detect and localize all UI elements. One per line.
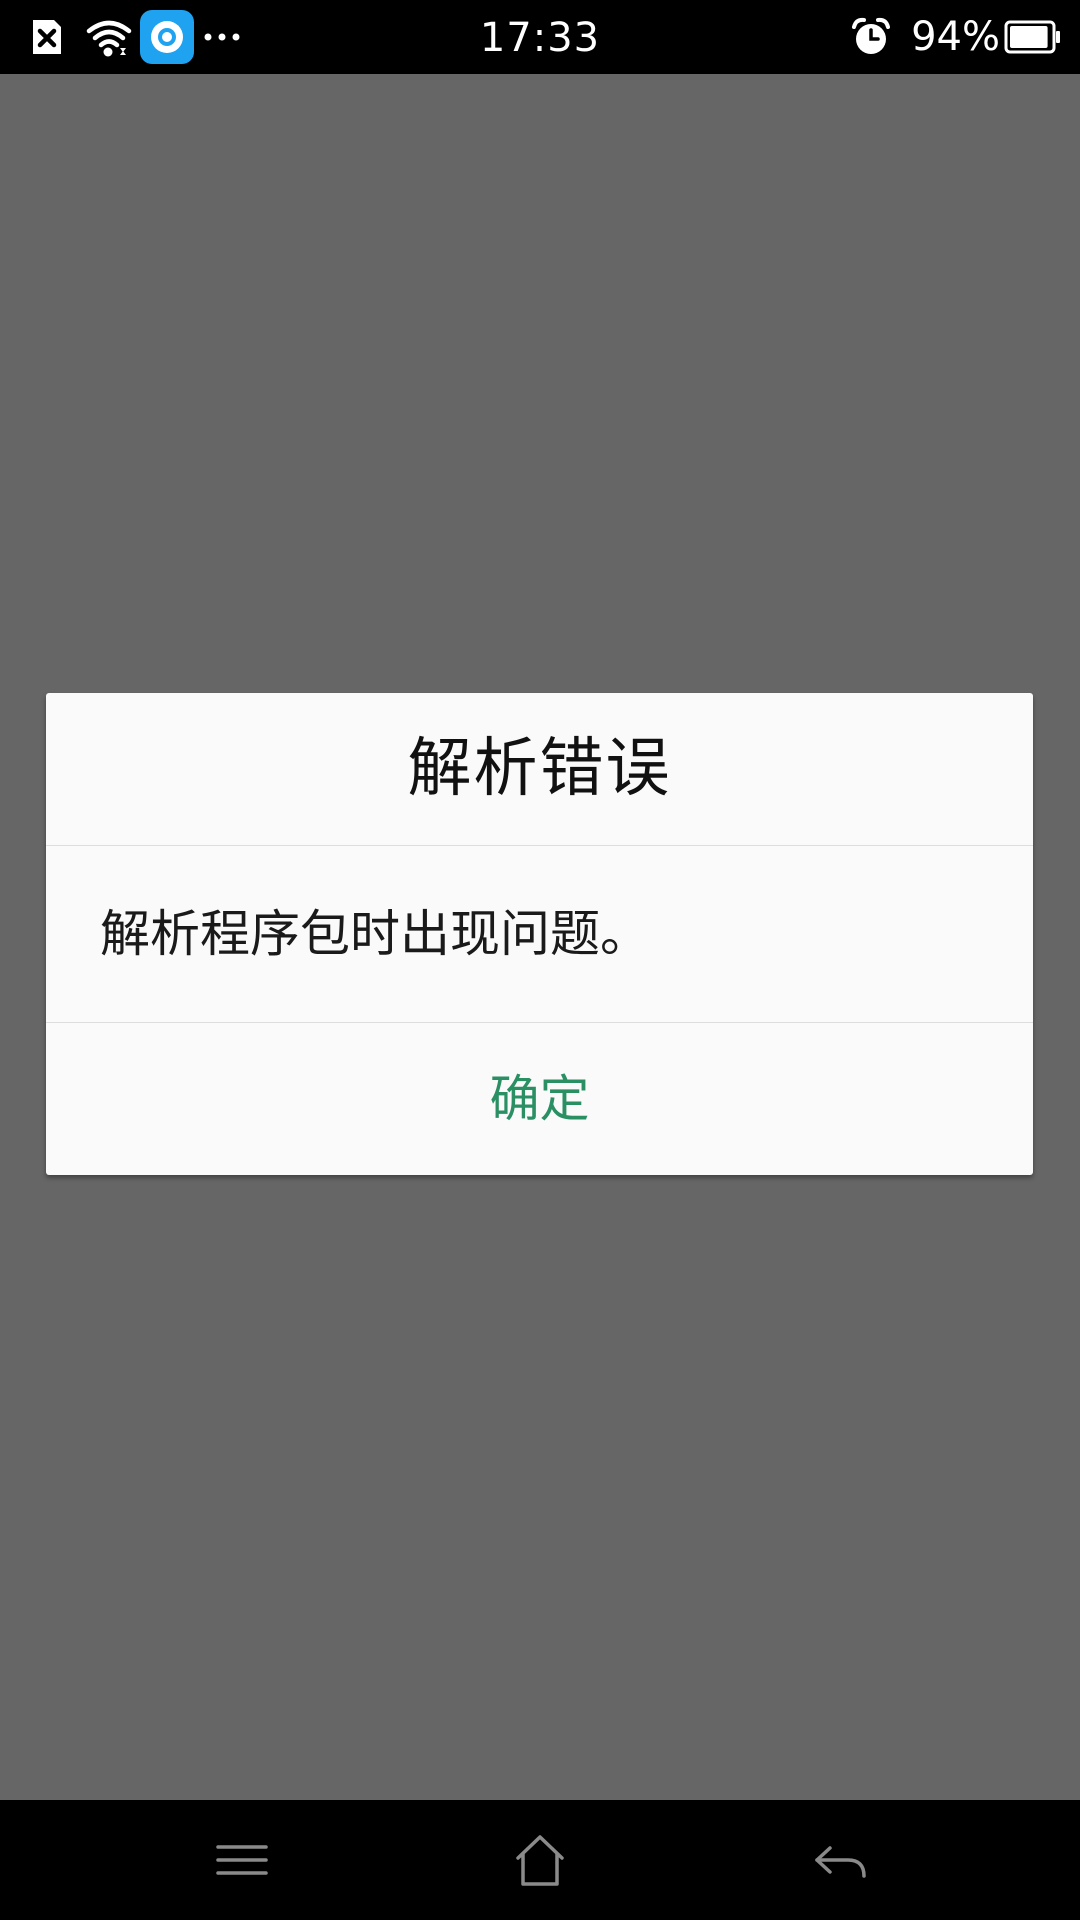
more-dots-icon [202,27,244,47]
alarm-icon [851,17,891,57]
status-bar: 17:33 94% [0,0,1080,74]
menu-icon[interactable] [212,1830,272,1890]
notification-x-icon [30,18,64,56]
battery-icon [1004,20,1062,54]
back-icon[interactable] [810,1830,870,1890]
dialog-title: 解析错误 [407,732,672,806]
battery-percent: 94% [911,14,1000,60]
confirm-button[interactable]: 确定 [46,1023,1033,1175]
home-icon[interactable] [510,1830,570,1890]
status-left-icons [30,0,244,74]
battery-fill [1010,26,1048,48]
parse-error-dialog: 解析错误 解析程序包时出现问题。 确定 [46,693,1033,1175]
navigation-bar [0,1800,1080,1920]
status-right-icons: 94% [851,0,1062,74]
wifi-icon [86,17,132,57]
app-notification-icon [140,10,194,64]
dialog-message: 解析程序包时出现问题。 [100,905,650,963]
